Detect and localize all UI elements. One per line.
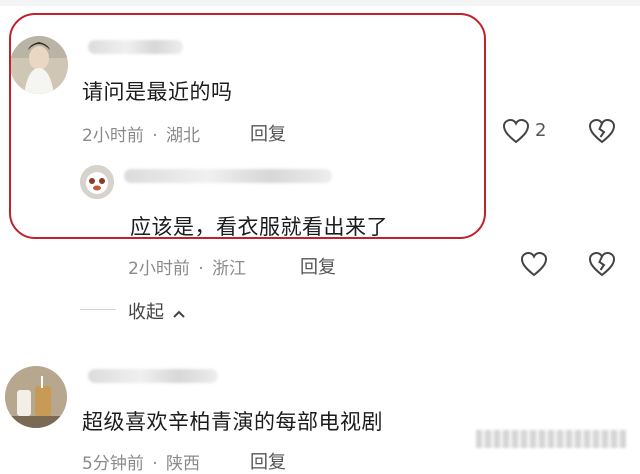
collapse-label: 收起 xyxy=(128,302,164,323)
heart-outline-icon[interactable] xyxy=(502,118,530,144)
meta-separator: · xyxy=(198,259,204,279)
collapse-replies-button[interactable]: 收起 xyxy=(128,298,186,324)
comment-location: 陕西 xyxy=(166,454,201,474)
reply-location: 浙江 xyxy=(212,259,247,279)
reply-time: 2小时前 xyxy=(128,259,190,279)
comment-time: 5分钟前 xyxy=(82,454,144,474)
reply-button[interactable]: 回复 xyxy=(250,448,286,474)
top-divider xyxy=(0,0,640,6)
broken-heart-icon[interactable] xyxy=(588,251,616,277)
chevron-up-icon xyxy=(172,303,186,324)
comment-text: 超级喜欢辛柏青演的每部电视剧 xyxy=(82,410,383,434)
collapse-divider xyxy=(80,309,116,310)
reply-meta: 2小时前 · 浙江 xyxy=(128,254,246,279)
broken-heart-icon[interactable] xyxy=(588,118,616,144)
highlight-annotation xyxy=(9,13,486,239)
heart-outline-icon[interactable] xyxy=(520,251,548,277)
watermark-blurred xyxy=(476,430,626,448)
username-blurred xyxy=(88,369,218,383)
reply-button[interactable]: 回复 xyxy=(300,253,336,279)
meta-separator: · xyxy=(152,454,158,474)
like-count: 2 xyxy=(535,120,547,141)
avatar[interactable] xyxy=(5,366,67,428)
